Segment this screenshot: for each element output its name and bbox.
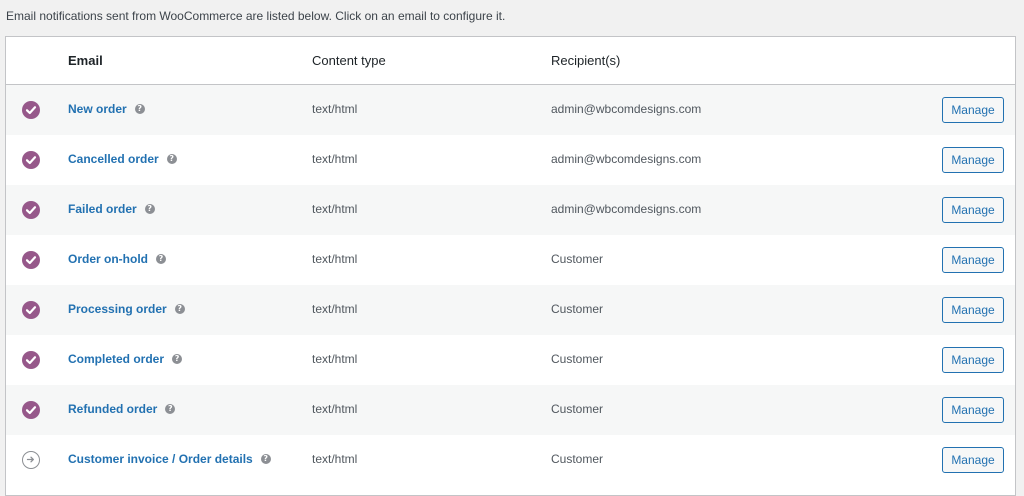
recipient-cell: admin@wbcomdesigns.com: [551, 152, 702, 166]
manage-button[interactable]: Manage: [942, 397, 1004, 423]
manage-button[interactable]: Manage: [942, 197, 1004, 223]
email-name-link[interactable]: Failed order: [68, 202, 137, 216]
email-name-cell: Order on-hold?: [68, 252, 166, 266]
recipient-cell: admin@wbcomdesigns.com: [551, 102, 702, 116]
help-tip-icon[interactable]: ?: [165, 404, 176, 414]
enabled-check-icon: [22, 151, 40, 169]
manual-arrow-icon: [22, 451, 40, 469]
content-type-cell: text/html: [312, 102, 358, 116]
manage-button[interactable]: Manage: [942, 447, 1004, 473]
email-name-link[interactable]: Refunded order: [68, 402, 157, 416]
content-type-cell: text/html: [312, 202, 358, 216]
content-type-cell: text/html: [312, 352, 358, 366]
help-tip-icon[interactable]: ?: [260, 454, 271, 464]
header-content-type: Content type: [312, 53, 386, 68]
recipient-cell: Customer: [551, 452, 604, 466]
enabled-check-icon: [22, 401, 40, 419]
recipient-cell: Customer: [551, 302, 604, 316]
help-tip-icon[interactable]: ?: [144, 204, 155, 214]
help-tip-icon[interactable]: ?: [172, 354, 183, 364]
recipient-cell: admin@wbcomdesigns.com: [551, 202, 702, 216]
enabled-check-icon: [22, 301, 40, 319]
enabled-check-icon: [22, 251, 40, 269]
header-email: Email: [68, 53, 103, 68]
manage-button[interactable]: Manage: [942, 147, 1004, 173]
email-name-cell: Customer invoice / Order details?: [68, 452, 271, 466]
enabled-check-icon: [22, 351, 40, 369]
help-tip-icon[interactable]: ?: [174, 304, 185, 314]
recipient-cell: Customer: [551, 352, 604, 366]
manage-button[interactable]: Manage: [942, 297, 1004, 323]
emails-table: Email Content type Recipient(s) New orde…: [5, 36, 1016, 496]
email-name-link[interactable]: New order: [68, 102, 127, 116]
manage-button[interactable]: Manage: [942, 347, 1004, 373]
table-row: New order? text/html admin@wbcomdesigns.co…: [6, 85, 1015, 135]
recipient-cell: Customer: [551, 402, 604, 416]
help-tip-icon[interactable]: ?: [166, 154, 177, 164]
recipient-cell: Customer: [551, 252, 604, 266]
table-header: Email Content type Recipient(s): [6, 37, 1015, 85]
content-type-cell: text/html: [312, 252, 358, 266]
email-name-link[interactable]: Processing order: [68, 302, 167, 316]
table-row: Cancelled order? text/html admin@wbcomdesi…: [6, 135, 1015, 185]
table-row: Processing order? text/html Customer Manage: [6, 285, 1015, 335]
email-name-cell: Cancelled order?: [68, 152, 177, 166]
content-type-cell: text/html: [312, 152, 358, 166]
email-name-cell: Failed order?: [68, 202, 155, 216]
header-recipients: Recipient(s): [551, 53, 621, 68]
enabled-check-icon: [22, 201, 40, 219]
table-row: Customer invoice / Order details? text/ht…: [6, 435, 1015, 485]
table-row: Refunded order? text/html Customer Manage: [6, 385, 1015, 435]
email-name-cell: Completed order?: [68, 352, 183, 366]
content-type-cell: text/html: [312, 402, 358, 416]
email-name-link[interactable]: Cancelled order: [68, 152, 159, 166]
email-name-cell: Refunded order?: [68, 402, 176, 416]
enabled-check-icon: [22, 101, 40, 119]
table-row: Completed order? text/html Customer Manage: [6, 335, 1015, 385]
email-name-link[interactable]: Order on-hold: [68, 252, 148, 266]
table-body: New order? text/html admin@wbcomdesigns.co…: [6, 85, 1015, 485]
table-row: Order on-hold? text/html Customer Manage: [6, 235, 1015, 285]
email-name-cell: Processing order?: [68, 302, 185, 316]
manage-button[interactable]: Manage: [942, 247, 1004, 273]
content-type-cell: text/html: [312, 302, 358, 316]
table-row: Failed order? text/html admin@wbcomdesigns…: [6, 185, 1015, 235]
email-name-link[interactable]: Completed order: [68, 352, 164, 366]
email-name-cell: New order?: [68, 102, 145, 116]
content-type-cell: text/html: [312, 452, 358, 466]
help-tip-icon[interactable]: ?: [156, 254, 166, 264]
help-tip-icon[interactable]: ?: [134, 104, 145, 114]
manage-button[interactable]: Manage: [942, 97, 1004, 123]
email-name-link[interactable]: Customer invoice / Order details: [68, 452, 253, 466]
intro-text: Email notifications sent from WooCommerc…: [6, 9, 506, 23]
